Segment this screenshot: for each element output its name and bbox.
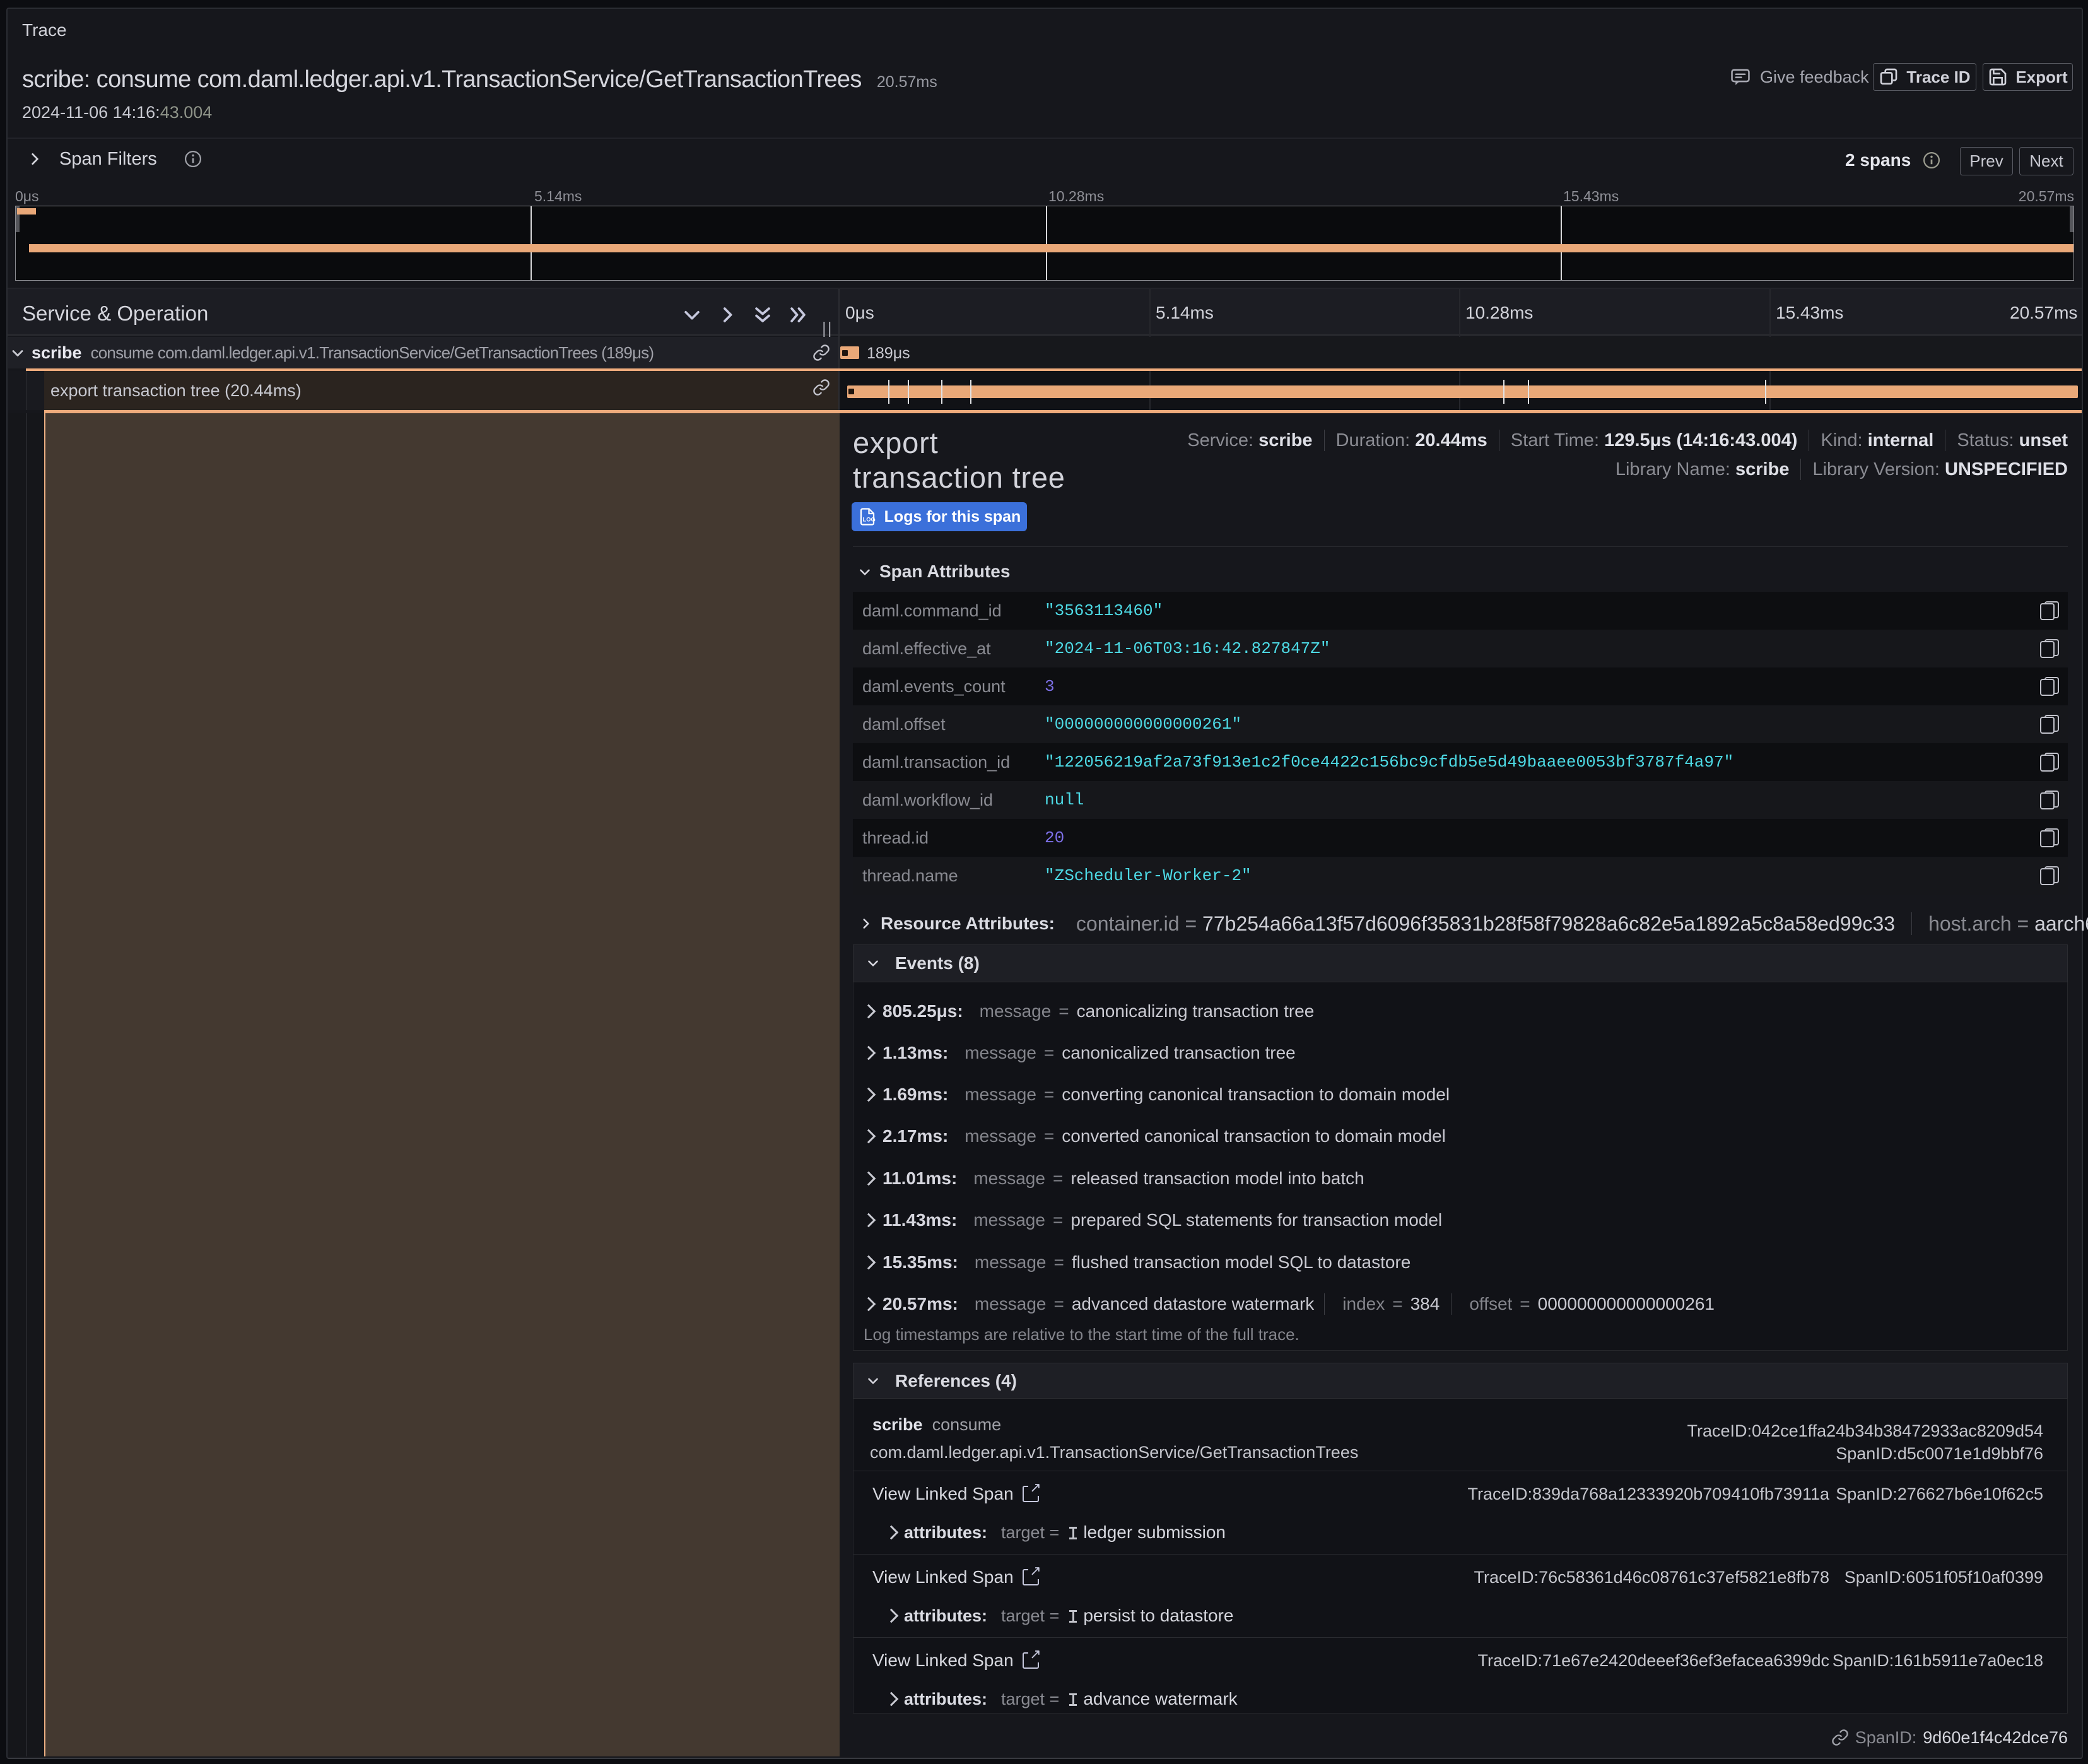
svg-text:LOG: LOG bbox=[862, 517, 875, 523]
